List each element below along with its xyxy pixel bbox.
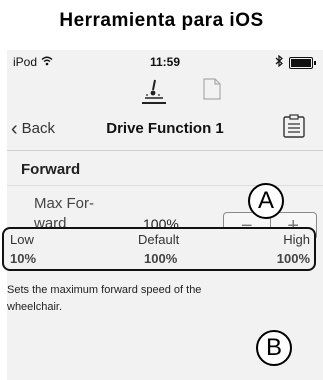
tab-bar <box>7 74 323 106</box>
clipboard-icon[interactable] <box>283 114 305 138</box>
navigation-bar: ‹ Back Drive Function 1 <box>7 106 323 151</box>
page-heading: Herramienta para iOS <box>59 10 264 31</box>
range-default-value: 100% <box>144 251 178 266</box>
range-high-label: High <box>283 232 310 247</box>
range-default-label: Default <box>138 232 180 247</box>
speed-settings-icon[interactable] <box>142 78 166 104</box>
setting-description: Sets the maximum forward speed of the wh… <box>7 284 202 313</box>
callout-b: B <box>256 330 292 366</box>
range-low-label: Low <box>10 232 34 247</box>
battery-icon <box>289 56 316 69</box>
callout-a: A <box>248 183 284 219</box>
range-high-value: 100% <box>276 251 310 266</box>
range-box: Low Default High 10% 100% 100% <box>2 227 316 271</box>
document-icon[interactable] <box>203 78 221 100</box>
bluetooth-icon <box>275 54 283 70</box>
status-bar: iPod 11:59 <box>7 50 323 74</box>
section-header: Forward <box>7 151 323 186</box>
section-title: Forward <box>21 161 81 178</box>
range-low-value: 10% <box>10 251 37 266</box>
nav-title: Drive Function 1 <box>106 120 224 137</box>
